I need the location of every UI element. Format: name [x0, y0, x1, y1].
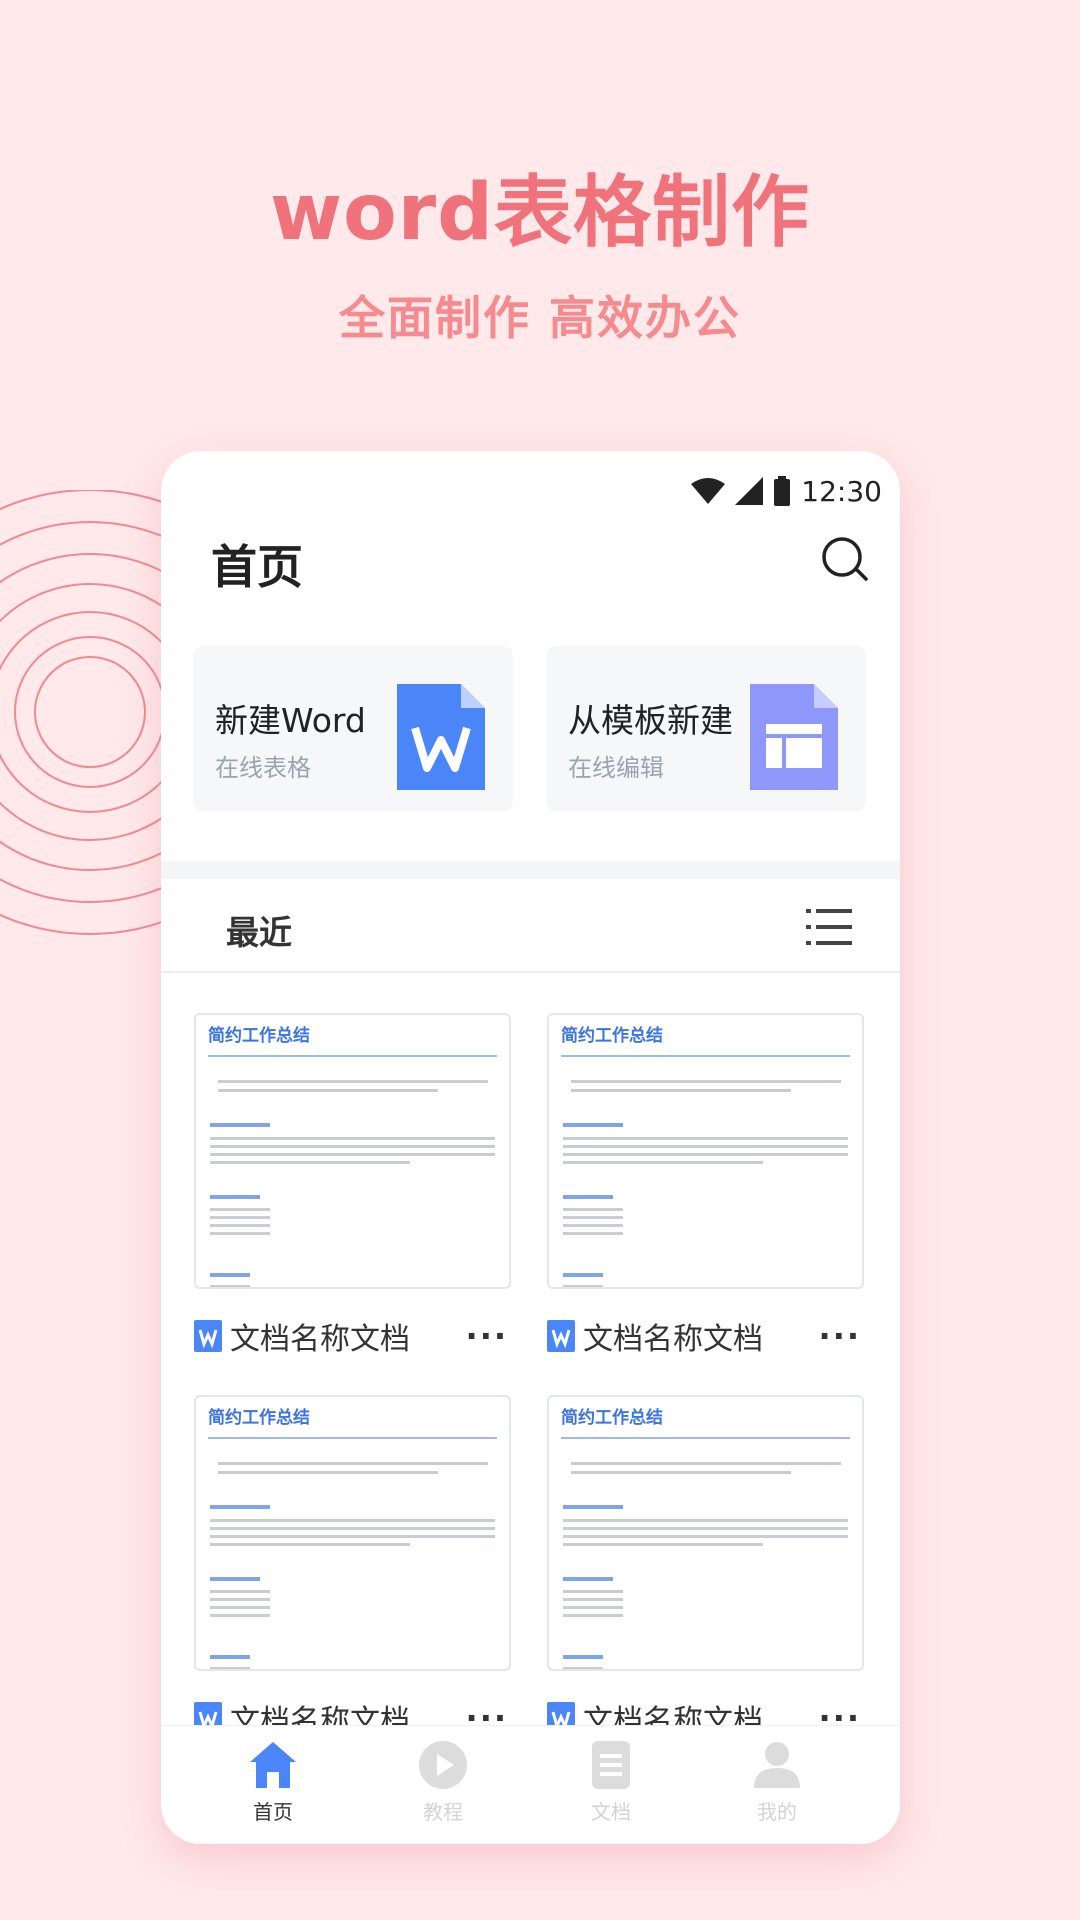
status-bar: 12:30: [691, 471, 882, 511]
user-icon: [754, 1742, 800, 1788]
document-preview-rule: [208, 1437, 497, 1439]
document-item[interactable]: 文档名称文档 ···: [547, 1311, 887, 1361]
ripple-decoration: [0, 490, 170, 935]
promo-headline: word表格制作: [270, 168, 810, 258]
new-word-title: 新建Word: [215, 701, 366, 740]
template-subtitle: 在线编辑: [568, 754, 664, 782]
document-name: 文档名称文档: [583, 1322, 763, 1357]
more-options-icon[interactable]: ···: [466, 1317, 508, 1355]
template-card[interactable]: 从模板新建 在线编辑: [546, 646, 866, 811]
document-name: 文档名称文档: [230, 1322, 410, 1357]
document-thumbnail[interactable]: 简约工作总结: [194, 1013, 511, 1289]
recent-label: 最近: [226, 913, 292, 952]
document-thumbnail[interactable]: 简约工作总结: [547, 1013, 864, 1289]
tab-documents[interactable]: 文档: [551, 1734, 671, 1834]
document-icon: [592, 1741, 630, 1789]
tab-documents-label: 文档: [591, 1800, 631, 1824]
document-preview-rule: [208, 1055, 497, 1057]
new-word-subtitle: 在线表格: [215, 754, 311, 782]
document-preview-rule: [561, 1437, 850, 1439]
search-icon[interactable]: [820, 535, 870, 585]
play-icon: [419, 1741, 467, 1789]
word-doc-icon: [397, 684, 485, 790]
document-preview-title: 简约工作总结: [561, 1026, 663, 1046]
word-file-icon: [547, 1320, 575, 1352]
template-title: 从模板新建: [568, 701, 733, 740]
tab-tutorial-label: 教程: [423, 1800, 463, 1824]
document-preview-title: 简约工作总结: [208, 1408, 310, 1428]
document-thumbnail[interactable]: 简约工作总结: [194, 1395, 511, 1671]
document-item[interactable]: 文档名称文档 ···: [194, 1311, 534, 1361]
list-view-icon[interactable]: [806, 907, 852, 947]
document-preview-rule: [561, 1055, 850, 1057]
section-divider: [161, 861, 900, 879]
tab-profile[interactable]: 我的: [717, 1734, 837, 1834]
more-options-icon[interactable]: ···: [819, 1317, 861, 1355]
battery-icon: [774, 476, 791, 506]
word-file-icon: [194, 1320, 222, 1352]
tab-tutorial[interactable]: 教程: [383, 1734, 503, 1834]
document-thumbnail[interactable]: 简约工作总结: [547, 1395, 864, 1671]
recent-separator: [161, 971, 900, 973]
promo-subline: 全面制作 高效办公: [338, 291, 741, 345]
document-preview-title: 简约工作总结: [561, 1408, 663, 1428]
wifi-icon: [691, 478, 726, 504]
tab-profile-label: 我的: [757, 1800, 797, 1824]
signal-icon: [735, 477, 764, 505]
status-time: 12:30: [801, 474, 882, 508]
tab-home-label: 首页: [253, 1800, 293, 1824]
new-word-card[interactable]: 新建Word 在线表格: [193, 646, 513, 811]
home-icon: [250, 1742, 296, 1788]
page-title: 首页: [211, 540, 303, 594]
bottom-tab-bar: 首页 教程 文档 我的: [161, 1725, 900, 1844]
phone-mockup: 12:30 首页 新建Word 在线表格 从模板新建 在线编辑 最近 简约工作总…: [161, 451, 900, 1844]
tab-home[interactable]: 首页: [213, 1734, 333, 1834]
template-doc-icon: [750, 684, 838, 790]
document-preview-title: 简约工作总结: [208, 1026, 310, 1046]
